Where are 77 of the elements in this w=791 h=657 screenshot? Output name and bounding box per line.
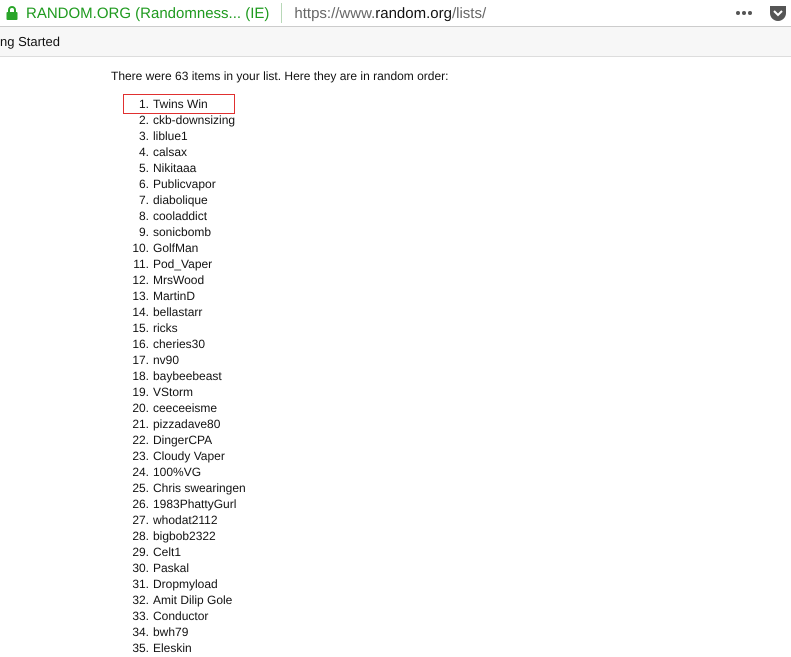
item-name: 100%VG [153, 464, 202, 480]
item-name: Celt1 [153, 544, 182, 560]
item-name: ricks [153, 320, 178, 336]
item-name: VStorm [153, 384, 194, 400]
lock-icon [6, 6, 18, 20]
item-name: DingerCPA [153, 432, 212, 448]
item-name: baybeebeast [153, 368, 222, 384]
item-name: bigbob2322 [153, 528, 216, 544]
item-number: 13. [131, 289, 149, 303]
item-number: 25. [131, 481, 149, 495]
item-number: 4. [138, 145, 149, 159]
pocket-icon[interactable] [769, 4, 787, 22]
item-name: Cloudy Vaper [153, 448, 225, 464]
item-name: bellastarr [153, 304, 202, 320]
item-name: Twins Win [153, 96, 208, 112]
item-name: nv90 [153, 352, 180, 368]
item-name: Pod_Vaper [153, 256, 212, 272]
item-name: Amit Dilip Gole [153, 592, 232, 608]
item-number: 1. [138, 97, 149, 111]
item-name: calsax [153, 144, 188, 160]
item-name: Conductor [153, 608, 208, 624]
site-identity[interactable]: RANDOM.ORG (Randomness... (IE) [26, 4, 270, 22]
item-number: 35. [131, 641, 149, 655]
bookmark-item[interactable]: ng Started [0, 34, 60, 49]
item-name: liblue1 [153, 128, 188, 144]
item-number: 26. [131, 497, 149, 511]
item-number: 30. [131, 561, 149, 575]
item-number: 8. [138, 209, 149, 223]
item-number: 14. [131, 305, 149, 319]
item-number: 21. [131, 417, 149, 431]
item-number: 9. [138, 225, 149, 239]
item-number: 22. [131, 433, 149, 447]
item-name: cheries30 [153, 336, 206, 352]
item-number: 10. [131, 241, 149, 255]
item-number: 23. [131, 449, 149, 463]
item-name: Publicvapor [153, 176, 216, 192]
item-number: 32. [131, 593, 149, 607]
item-number: 7. [138, 193, 149, 207]
item-number: 19. [131, 385, 149, 399]
item-number: 15. [131, 321, 149, 335]
item-name: GolfMan [153, 240, 198, 256]
item-number: 18. [131, 369, 149, 383]
more-icon[interactable] [735, 10, 753, 16]
item-name: ceeceeisme [153, 400, 218, 416]
item-name: Nikitaaa [153, 160, 196, 176]
item-number: 33. [131, 609, 149, 623]
item-number: 11. [132, 257, 149, 271]
item-name: sonicbomb [153, 224, 212, 240]
item-name: Chris swearingen [153, 480, 246, 496]
item-number: 31. [131, 577, 149, 591]
item-number: 20. [131, 401, 149, 415]
item-number: 2. [138, 113, 149, 127]
item-number: 27. [131, 513, 149, 527]
item-name: pizzadave80 [153, 416, 220, 432]
item-number: 5. [138, 161, 149, 175]
item-number: 24. [131, 465, 149, 479]
item-number: 3. [138, 129, 149, 143]
item-name: ckb-downsizing [153, 112, 236, 128]
item-name: cooladdict [153, 208, 208, 224]
item-name: 1983PhattyGurl [153, 496, 236, 512]
item-name: whodat2112 [153, 512, 218, 528]
item-name: MartinD [153, 288, 196, 304]
item-number: 6. [138, 177, 149, 191]
item-number: 34. [131, 625, 149, 639]
item-name: Eleskin [153, 640, 192, 656]
item-number: 29. [131, 545, 149, 559]
item-number: 12. [131, 273, 149, 287]
item-name: diabolique [153, 192, 208, 208]
intro-text: There were 63 items in your list. Here they are in random order: [111, 68, 450, 84]
url-field[interactable]: https://www.random.org/lists/ [294, 4, 486, 22]
item-number: 28. [131, 529, 149, 543]
item-name: Paskal [153, 560, 190, 576]
item-name: MrsWood [153, 272, 204, 288]
item-name: Dropmyload [153, 576, 218, 592]
item-number: 17. [131, 353, 149, 367]
item-name: bwh79 [153, 624, 188, 640]
item-number: 16. [131, 337, 149, 351]
